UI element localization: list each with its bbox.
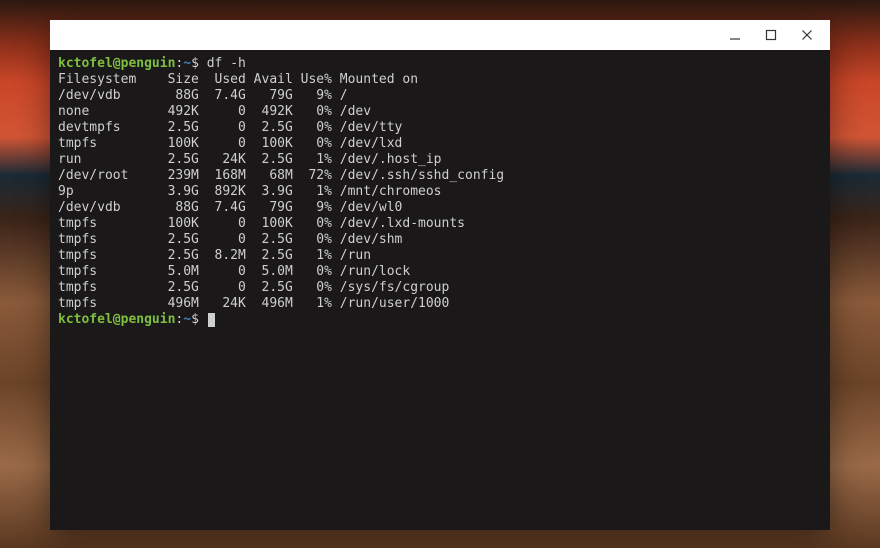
df-row: tmpfs 100K 0 100K 0% /dev/lxd bbox=[58, 136, 822, 152]
df-row: /dev/vdb 88G 7.4G 79G 9% / bbox=[58, 88, 822, 104]
window-titlebar bbox=[50, 20, 830, 50]
terminal-window: kctofel@penguin:~$ df -h Filesystem Size… bbox=[50, 20, 830, 530]
prompt-line-2: kctofel@penguin:~$ bbox=[58, 312, 822, 328]
maximize-button[interactable] bbox=[754, 23, 788, 47]
prompt-line-1: kctofel@penguin:~$ df -h bbox=[58, 56, 822, 72]
prompt-path: ~ bbox=[183, 56, 191, 71]
df-row: 9p 3.9G 892K 3.9G 1% /mnt/chromeos bbox=[58, 184, 822, 200]
minimize-icon bbox=[729, 29, 741, 41]
maximize-icon bbox=[765, 29, 777, 41]
minimize-button[interactable] bbox=[718, 23, 752, 47]
df-row: devtmpfs 2.5G 0 2.5G 0% /dev/tty bbox=[58, 120, 822, 136]
df-row: tmpfs 496M 24K 496M 1% /run/user/1000 bbox=[58, 296, 822, 312]
df-row: tmpfs 100K 0 100K 0% /dev/.lxd-mounts bbox=[58, 216, 822, 232]
close-icon bbox=[801, 29, 813, 41]
df-row: /dev/vdb 88G 7.4G 79G 9% /dev/wl0 bbox=[58, 200, 822, 216]
df-row: tmpfs 2.5G 8.2M 2.5G 1% /run bbox=[58, 248, 822, 264]
df-header: Filesystem Size Used Avail Use% Mounted … bbox=[58, 72, 822, 88]
df-row: none 492K 0 492K 0% /dev bbox=[58, 104, 822, 120]
df-row: tmpfs 2.5G 0 2.5G 0% /dev/shm bbox=[58, 232, 822, 248]
command-text: df -h bbox=[207, 56, 246, 71]
df-row: tmpfs 2.5G 0 2.5G 0% /sys/fs/cgroup bbox=[58, 280, 822, 296]
df-row: tmpfs 5.0M 0 5.0M 0% /run/lock bbox=[58, 264, 822, 280]
prompt-user: kctofel@penguin bbox=[58, 56, 175, 71]
close-button[interactable] bbox=[790, 23, 824, 47]
terminal-body[interactable]: kctofel@penguin:~$ df -h Filesystem Size… bbox=[50, 50, 830, 530]
df-row: /dev/root 239M 168M 68M 72% /dev/.ssh/ss… bbox=[58, 168, 822, 184]
df-row: run 2.5G 24K 2.5G 1% /dev/.host_ip bbox=[58, 152, 822, 168]
cursor bbox=[208, 313, 215, 327]
